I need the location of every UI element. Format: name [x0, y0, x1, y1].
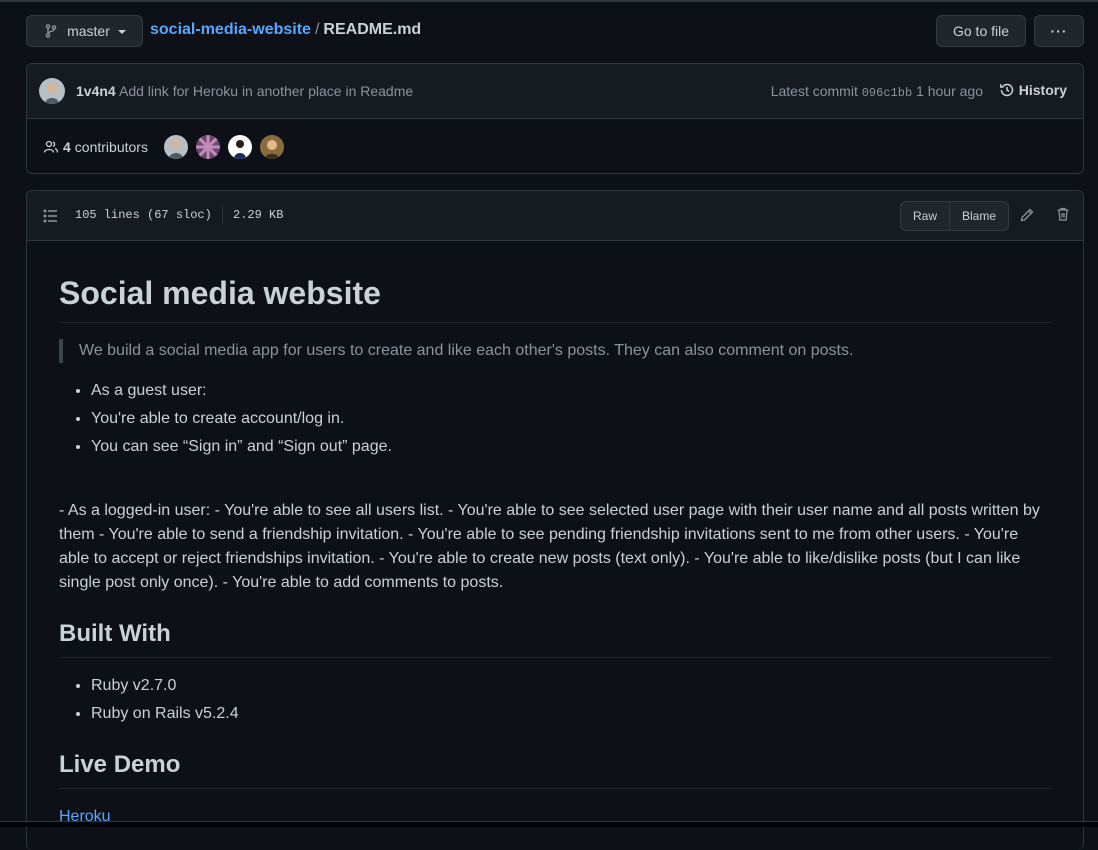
kebab-icon[interactable]: ··· [1034, 15, 1084, 47]
raw-button[interactable]: Raw [901, 202, 949, 230]
list-item: Ruby v2.7.0 [91, 674, 1051, 698]
built-with-heading: Built With [59, 619, 1051, 658]
bottom-border [0, 821, 1098, 827]
contributor-avatar[interactable] [228, 135, 252, 159]
git-branch-icon [45, 24, 57, 38]
list-item: Ruby on Rails v5.2.4 [91, 702, 1051, 726]
contributors-number: 4 [63, 139, 71, 155]
commit-hash[interactable]: 096c1bb [862, 86, 912, 100]
guest-features-list: As a guest user: You're able to create a… [59, 379, 1051, 459]
readme-title: Social media website [59, 273, 1051, 323]
contributors-count[interactable]: 4 contributors [63, 139, 148, 155]
breadcrumb-separator: / [314, 21, 320, 38]
list-icon[interactable] [43, 208, 59, 224]
file-viewer: 105 lines (67 sloc) 2.29 KB Raw Blame So… [26, 190, 1084, 850]
contributor-avatar[interactable] [196, 135, 220, 159]
author-avatar[interactable] [39, 78, 65, 104]
file-size: 2.29 KB [233, 208, 284, 222]
readme-content: Social media website We build a social m… [59, 273, 1051, 829]
chevron-down-icon [117, 30, 126, 34]
latest-commit-label: Latest commit [770, 83, 858, 99]
commit-time: 1 hour ago [916, 83, 983, 99]
latest-commit-row: 1v4n4 Add link for Heroku in another pla… [27, 64, 1083, 119]
contributor-avatar[interactable] [164, 135, 188, 159]
history-icon [999, 83, 1014, 97]
list-item: You can see “Sign in” and “Sign out” pag… [91, 435, 1051, 459]
list-item: As a guest user: [91, 379, 1051, 403]
commit-author[interactable]: 1v4n4 [76, 83, 116, 99]
file-lines: 105 lines (67 sloc) [75, 208, 212, 222]
branch-name: master [67, 23, 110, 39]
breadcrumb: social-media-website / README.md [150, 21, 421, 39]
readme-intro: We build a social media app for users to… [59, 339, 1051, 363]
built-with-list: Ruby v2.7.0 Ruby on Rails v5.2.4 [59, 674, 1051, 726]
contributors-label: contributors [74, 139, 148, 155]
repo-link[interactable]: social-media-website [150, 21, 311, 38]
commit-info: Latest commit 096c1bb 1 hour ago [771, 83, 983, 100]
blame-button[interactable]: Blame [949, 202, 1008, 230]
file-header: 105 lines (67 sloc) 2.29 KB Raw Blame [27, 191, 1083, 241]
branch-selector-button[interactable]: master [26, 15, 143, 47]
commit-message[interactable]: Add link for Heroku in another place in … [119, 83, 413, 99]
history-link[interactable]: History [999, 82, 1067, 98]
commit-box: 1v4n4 Add link for Heroku in another pla… [26, 63, 1084, 174]
file-name: README.md [323, 21, 422, 38]
people-icon [43, 140, 59, 153]
top-border [0, 0, 1098, 2]
trash-icon[interactable] [1055, 206, 1071, 222]
list-item: You're able to create account/log in. [91, 407, 1051, 431]
file-actions: Raw Blame [900, 201, 1010, 231]
go-to-file-button[interactable]: Go to file [936, 15, 1026, 47]
contributors-row: 4 contributors [27, 119, 1083, 174]
history-label: History [1018, 82, 1067, 98]
live-demo-heading: Live Demo [59, 750, 1051, 789]
contributor-avatar[interactable] [260, 135, 284, 159]
logged-in-features: - As a logged-in user: - You're able to … [59, 502, 1040, 591]
file-info-divider [222, 206, 223, 224]
pencil-icon[interactable] [1019, 207, 1035, 223]
